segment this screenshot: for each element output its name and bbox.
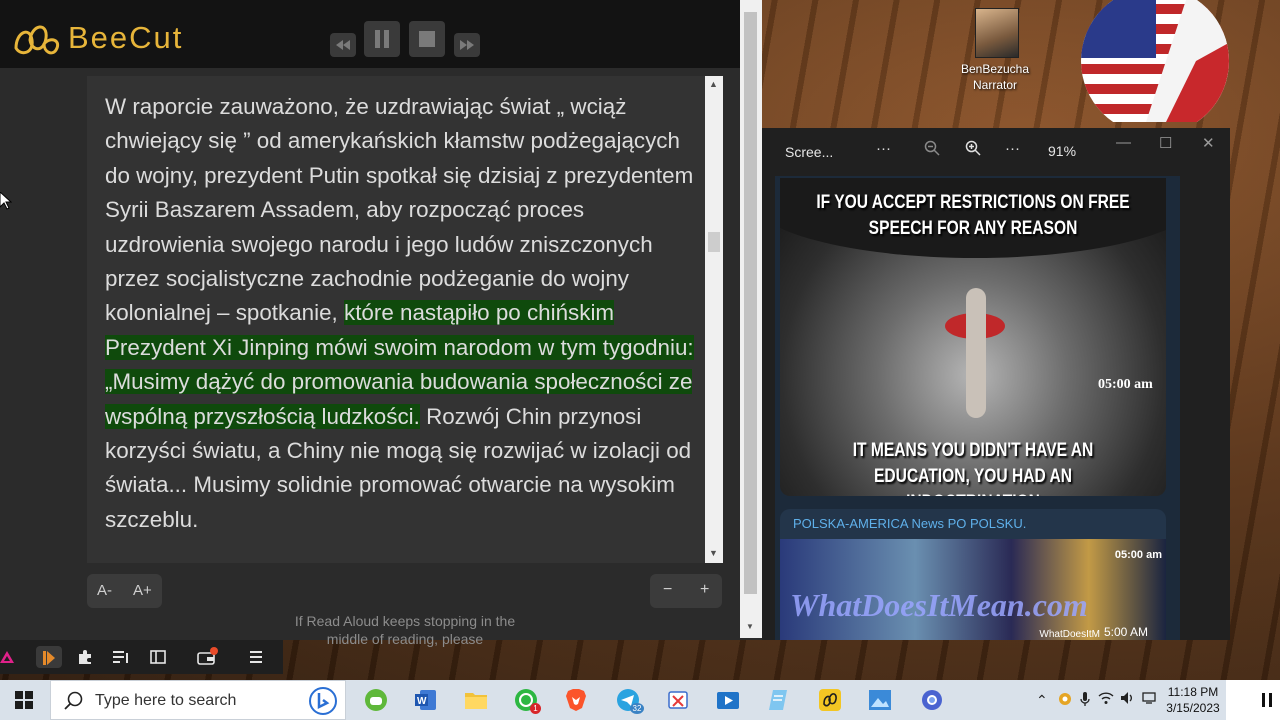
- app-title: BeeCut: [68, 20, 184, 55]
- windows-start-icon[interactable]: [12, 688, 36, 712]
- overflow-menu-icon[interactable]: ···: [1005, 140, 1020, 157]
- zoom-in-icon[interactable]: [965, 140, 981, 160]
- channel-name: POLSKA-AMERICA News PO POLSKU.: [793, 516, 1027, 531]
- word-icon[interactable]: W: [414, 688, 438, 712]
- tray-app-icon[interactable]: [1058, 691, 1072, 712]
- reader-scrollbar[interactable]: ▲ ▼: [705, 76, 723, 563]
- beecut-extension-icon[interactable]: [36, 646, 62, 668]
- wallet-icon[interactable]: [196, 646, 218, 668]
- window-scroll-thumb[interactable]: [744, 12, 757, 594]
- search-placeholder: Type here to search: [95, 692, 237, 709]
- more-options-icon[interactable]: ···: [876, 140, 891, 157]
- pause-icon: [375, 30, 389, 48]
- window-scrollbar[interactable]: ▼: [740, 0, 762, 638]
- beecut-taskbar-icon[interactable]: [818, 688, 842, 712]
- search-icon: [64, 691, 83, 710]
- desktop-icon-label[interactable]: BenBezucha Narrator: [947, 61, 1043, 93]
- us-poland-flag-icon[interactable]: [1076, 0, 1234, 122]
- notepad-icon[interactable]: [766, 688, 790, 712]
- minimize-icon[interactable]: —: [1116, 134, 1131, 151]
- photos-icon[interactable]: [868, 688, 892, 712]
- snipping-tool-icon[interactable]: [666, 688, 690, 712]
- sidebar-toggle-icon[interactable]: [147, 646, 169, 668]
- font-size-controls: A- A+: [87, 574, 162, 608]
- screen-viewer-window: Scree... ··· ··· 91% — ☐ ✕ IF YOU ACCEPT…: [762, 128, 1230, 640]
- media-player-icon[interactable]: [716, 688, 740, 712]
- viewer-content: IF YOU ACCEPT RESTRICTIONS ON FREE SPEEC…: [775, 176, 1180, 640]
- beecut-window: BeeCut W raporcie zauważono, że uzdrawia…: [0, 0, 762, 647]
- file-explorer-icon[interactable]: [464, 688, 488, 712]
- meme-top-caption: IF YOU ACCEPT RESTRICTIONS ON FREE SPEEC…: [816, 192, 1130, 239]
- desktop-icon-role: Narrator: [972, 78, 1017, 92]
- desktop-icon-name: BenBezucha: [960, 62, 1030, 76]
- viewer-title: Scree...: [785, 144, 834, 160]
- clock-date: 3/15/2023: [1166, 701, 1220, 715]
- cortana-icon[interactable]: [920, 688, 944, 712]
- meme-finger-shape: [966, 288, 986, 418]
- pause-indicator-icon: [1262, 693, 1272, 707]
- channel-header[interactable]: POLSKA-AMERICA News PO POLSKU.: [780, 509, 1166, 539]
- tray-overflow-icon[interactable]: ⌃: [1036, 692, 1048, 709]
- avatar[interactable]: [975, 8, 1019, 58]
- scroll-thumb[interactable]: [708, 232, 720, 252]
- maximize-icon[interactable]: ☐: [1159, 134, 1172, 152]
- read-aloud-notice: If Read Aloud keeps stopping in the midd…: [294, 613, 516, 647]
- zoom-out-button[interactable]: −: [663, 581, 672, 599]
- mouse-cursor-icon: [0, 192, 12, 210]
- beecut-header: BeeCut: [0, 0, 740, 68]
- brave-rewards-icon[interactable]: [0, 646, 14, 668]
- scroll-up-icon[interactable]: ▲: [709, 79, 718, 89]
- rewind-icon: [336, 40, 350, 50]
- forward-icon: [460, 40, 474, 50]
- brave-browser-icon[interactable]: [564, 688, 588, 712]
- stop-button[interactable]: [409, 21, 445, 57]
- scroll-down-icon[interactable]: ▼: [709, 548, 718, 558]
- notification-area[interactable]: [1226, 680, 1280, 720]
- meme-bottom-caption: IT MEANS YOU DIDN'T HAVE AN EDUCATION, Y…: [852, 440, 1094, 496]
- zoom-in-button[interactable]: +: [700, 581, 709, 599]
- post-source: WhatDoesItM: [1039, 629, 1100, 640]
- font-larger-button[interactable]: A+: [133, 582, 152, 599]
- speaker-icon[interactable]: [1120, 691, 1136, 710]
- bee-logo-icon: [14, 25, 59, 55]
- extension-toolbar: [0, 640, 283, 674]
- post-time-bottom: 5:00 AM: [1103, 625, 1148, 639]
- wifi-icon[interactable]: [1098, 691, 1114, 710]
- stop-icon: [419, 31, 435, 47]
- menu-icon[interactable]: [245, 646, 267, 668]
- zoom-controls: − +: [650, 574, 722, 608]
- android-app-icon[interactable]: [364, 688, 388, 712]
- meme-image[interactable]: IF YOU ACCEPT RESTRICTIONS ON FREE SPEEC…: [780, 178, 1166, 496]
- clock[interactable]: 11:18 PM 3/15/2023: [1160, 684, 1226, 716]
- search-box[interactable]: Type here to search: [50, 680, 346, 720]
- telegram-badge: 32: [630, 703, 644, 714]
- clock-time: 11:18 PM: [1167, 685, 1219, 699]
- extensions-puzzle-icon[interactable]: [74, 646, 96, 668]
- read-text: W raporcie zauważono, że uzdrawiając świ…: [105, 94, 694, 326]
- playlist-icon[interactable]: [110, 646, 132, 668]
- window-scroll-down-icon[interactable]: ▼: [746, 622, 754, 631]
- post-time-top: 05:00 am: [1114, 549, 1162, 561]
- reader-text-panel: W raporcie zauważono, że uzdrawiając świ…: [87, 76, 723, 563]
- close-icon[interactable]: ✕: [1202, 134, 1215, 152]
- zoom-level: 91%: [1048, 143, 1077, 159]
- post-image[interactable]: 05:00 am WhatDoesItMean.com WhatDoesItM …: [780, 539, 1166, 640]
- svg-text:W: W: [417, 696, 427, 707]
- bing-icon[interactable]: [309, 687, 337, 715]
- zoom-out-icon[interactable]: [924, 140, 940, 160]
- font-smaller-button[interactable]: A-: [97, 582, 112, 599]
- pause-button[interactable]: [364, 21, 400, 57]
- meme-timestamp: 05:00 am: [1098, 377, 1153, 392]
- rewind-button[interactable]: [330, 33, 356, 57]
- post-watermark: WhatDoesItMean.com: [790, 587, 1088, 623]
- reader-text: W raporcie zauważono, że uzdrawiając świ…: [105, 90, 695, 537]
- microphone-icon[interactable]: [1080, 691, 1090, 712]
- whatsapp-badge: 1: [530, 703, 541, 714]
- display-icon[interactable]: [1142, 691, 1156, 710]
- forward-button[interactable]: [454, 33, 480, 57]
